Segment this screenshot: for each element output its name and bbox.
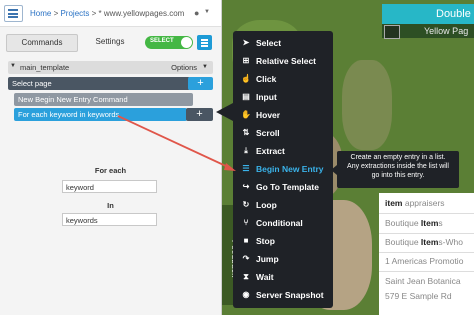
top-bar: Home > Projects > * www.yellowpages.com …: [0, 0, 221, 27]
template-options[interactable]: Options: [171, 63, 197, 72]
menu-item-label: Go To Template: [256, 182, 319, 192]
search-result[interactable]: Boutique Items: [385, 218, 443, 228]
template-row[interactable]: ▼ main_template Options ▼: [8, 61, 213, 74]
caret-down-icon[interactable]: ▼: [10, 63, 16, 69]
menu-item-input[interactable]: ▤ Input: [233, 89, 333, 105]
select-toggle-label: SELECT: [150, 38, 174, 44]
for-each-list-input[interactable]: keywords: [62, 213, 157, 226]
chevron-down-icon[interactable]: ▼: [202, 64, 208, 70]
menu-item-hover[interactable]: ✋ Hover: [233, 107, 333, 123]
search-result[interactable]: item appraisers: [385, 198, 445, 208]
command-for-each[interactable]: For each keyword in keywords: [14, 108, 187, 121]
menu-item-label: Input: [256, 92, 277, 102]
web-header: Double: [382, 4, 474, 24]
search-result[interactable]: Saint Jean Botanica: [385, 276, 461, 286]
menu-item-click[interactable]: ☝ Click: [233, 71, 333, 87]
breadcrumb-separator: >: [89, 9, 99, 18]
menu-item-label: Select: [256, 38, 282, 48]
template-name: main_template: [20, 63, 70, 72]
divider: [379, 213, 474, 214]
menu-item-label: Stop: [256, 236, 275, 246]
loop-icon: ↻: [242, 200, 250, 209]
tooltip-line: go into this entry.: [371, 172, 425, 179]
menu-icon[interactable]: [4, 5, 23, 22]
divider: [379, 271, 474, 272]
menu-item-label: Conditional: [256, 218, 303, 228]
hover-icon: ✋: [241, 110, 251, 119]
menu-item-label: Server Snapshot: [256, 290, 324, 300]
cursor-icon: ➤: [242, 38, 250, 47]
wait-icon: ⧗: [243, 272, 249, 281]
search-result[interactable]: Boutique Items-Who: [385, 237, 463, 247]
menu-item-label: Begin New Entry: [256, 164, 324, 174]
menu-item-go-to-template[interactable]: ↪ Go To Template: [233, 179, 333, 195]
menu-item-server-snapshot[interactable]: ◉ Server Snapshot: [233, 287, 333, 303]
tooltip-line: Any extractions inside the list will: [347, 163, 449, 170]
relative-select-icon: ⊞: [242, 56, 250, 65]
menu-pointer: [216, 103, 233, 121]
for-each-variable-input[interactable]: keyword: [62, 180, 157, 193]
select-toggle[interactable]: SELECT: [145, 36, 193, 49]
chevron-down-icon[interactable]: ▼: [204, 9, 210, 15]
goto-icon: ↪: [242, 182, 250, 191]
command-menu: ➤ Select ⊞ Relative Select ☝ Click ▤ Input ✋ Hove…: [233, 31, 333, 308]
breadcrumb: Home > Projects > * www.yellowpages.com: [30, 9, 184, 18]
menu-item-label: Extract: [256, 146, 285, 156]
menu-item-label: Relative Select: [256, 56, 317, 66]
tooltip: Create an empty entry in a list. Any ext…: [337, 151, 459, 188]
extract-icon: ⤓: [244, 146, 248, 155]
search-result[interactable]: 1 Americas Promotio: [385, 256, 463, 266]
web-logo-text: Yellow Pag: [424, 26, 469, 36]
command-new-entry[interactable]: New Begin New Entry Command: [14, 93, 193, 106]
divider: [379, 252, 474, 253]
user-icon[interactable]: ●: [194, 8, 199, 18]
list-icon: ☰: [242, 164, 250, 173]
menu-item-conditional[interactable]: ⑂ Conditional: [233, 215, 333, 231]
menu-item-scroll[interactable]: ⇅ Scroll: [233, 125, 333, 141]
in-label: In: [107, 201, 114, 210]
click-icon: ☝: [241, 74, 251, 83]
menu-item-label: Wait: [256, 272, 274, 282]
tab-commands[interactable]: Commands: [6, 34, 78, 52]
web-logo-image: [384, 25, 400, 39]
menu-item-loop[interactable]: ↻ Loop: [233, 197, 333, 213]
left-panel: Home > Projects > * www.yellowpages.com …: [0, 0, 222, 315]
tooltip-line: Create an empty entry in a list.: [350, 154, 446, 161]
breadcrumb-home[interactable]: Home: [30, 9, 51, 18]
menu-item-extract[interactable]: ⤓ Extract: [233, 143, 333, 159]
jump-icon: ↷: [242, 254, 250, 263]
divider: [379, 233, 474, 234]
toggle-knob: [181, 37, 192, 48]
stop-icon: ■: [243, 236, 249, 245]
web-header-text: Double: [436, 8, 471, 20]
scroll-icon: ⇅: [242, 128, 250, 137]
add-command-button[interactable]: +: [188, 77, 213, 90]
menu-item-label: Jump: [256, 254, 279, 264]
menu-item-wait[interactable]: ⧗ Wait: [233, 269, 333, 285]
for-each-label: For each: [94, 166, 127, 175]
input-icon: ▤: [242, 92, 250, 101]
menu-item-label: Click: [256, 74, 277, 84]
breadcrumb-projects[interactable]: Projects: [60, 9, 89, 18]
search-results: item appraisers Boutique Items Boutique It…: [379, 193, 474, 315]
menu-item-jump[interactable]: ↷ Jump: [233, 251, 333, 267]
command-select-page[interactable]: Select page: [8, 77, 190, 90]
search-result[interactable]: 579 E Sample Rd: [385, 291, 452, 301]
menu-item-select[interactable]: ➤ Select: [233, 35, 333, 51]
add-command-button[interactable]: +: [186, 108, 213, 121]
tab-settings[interactable]: Settings: [80, 34, 140, 50]
list-view-button[interactable]: [197, 35, 212, 50]
menu-item-label: Scroll: [256, 128, 280, 138]
menu-item-begin-new-entry[interactable]: ☰ Begin New Entry: [233, 161, 333, 177]
menu-item-stop[interactable]: ■ Stop: [233, 233, 333, 249]
menu-item-label: Loop: [256, 200, 277, 210]
grass-patch: [342, 60, 392, 150]
menu-item-relative-select[interactable]: ⊞ Relative Select: [233, 53, 333, 69]
breadcrumb-current: * www.yellowpages.com: [98, 9, 185, 18]
menu-item-label: Hover: [256, 110, 281, 120]
camera-icon: ◉: [242, 290, 250, 299]
conditional-icon: ⑂: [243, 218, 249, 227]
